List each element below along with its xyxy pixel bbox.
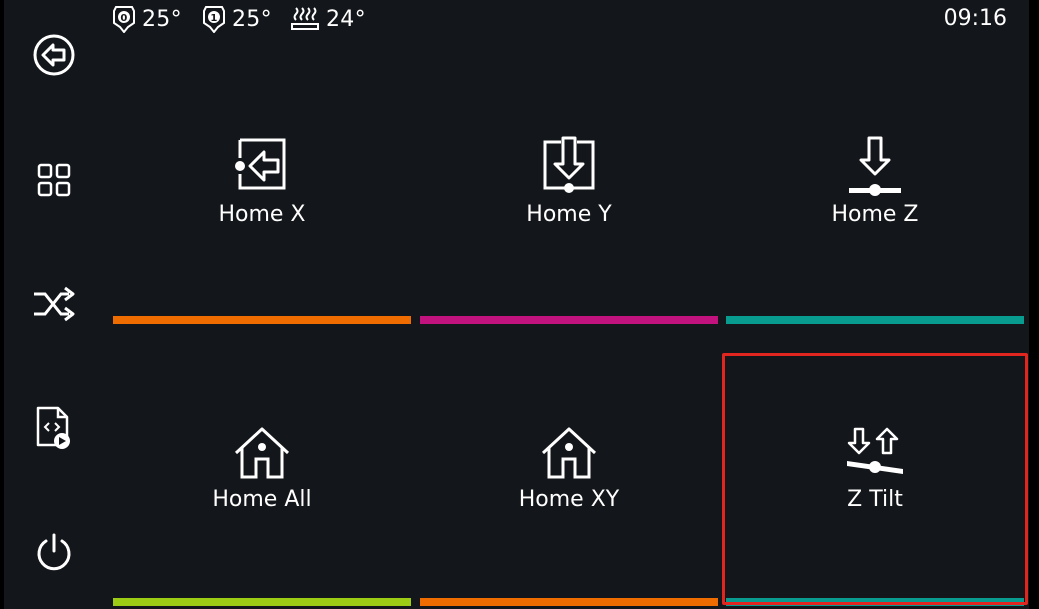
- sidebar: [4, 0, 104, 609]
- home-all-color-bar: [113, 598, 411, 606]
- home-x-color-bar: [113, 316, 411, 324]
- svg-text:1: 1: [210, 13, 217, 24]
- home-all-label: Home All: [212, 487, 312, 512]
- power-icon: [37, 533, 71, 571]
- status-bar: 0 25° 1 25° 24° 09:16: [110, 4, 1015, 34]
- home-all-icon: [234, 427, 290, 479]
- home-z-button[interactable]: Home Z: [726, 120, 1024, 324]
- bed-temp-value: 24°: [326, 6, 366, 32]
- main-menu-button[interactable]: [29, 155, 79, 205]
- z-tilt-button[interactable]: Z Tilt: [726, 405, 1024, 609]
- home-xy-button[interactable]: Home XY: [420, 405, 718, 609]
- svg-text:0: 0: [120, 13, 127, 24]
- home-z-label: Home Z: [831, 202, 919, 227]
- home-all-button[interactable]: Home All: [113, 405, 411, 609]
- home-z-color-bar: [726, 316, 1024, 324]
- print-files-button[interactable]: [29, 403, 79, 453]
- extruder1-temp-value: 25°: [232, 6, 272, 32]
- clock: 09:16: [943, 6, 1007, 31]
- home-xy-icon: [541, 427, 597, 479]
- gcode-file-play-icon: [36, 406, 70, 449]
- z-tilt-icon: [847, 427, 903, 474]
- screen-bezel-right: [1029, 0, 1039, 609]
- bed-temp[interactable]: 24°: [290, 4, 366, 34]
- home-xy-label: Home XY: [518, 487, 620, 512]
- heated-bed-icon: [291, 7, 319, 30]
- home-z-icon: [849, 136, 901, 196]
- macros-button[interactable]: [29, 279, 79, 329]
- extruder-1-icon: 1: [203, 6, 225, 33]
- home-x-button[interactable]: Home X: [113, 120, 411, 324]
- back-arrow-icon: [33, 34, 75, 76]
- home-xy-color-bar: [420, 598, 718, 606]
- home-y-label: Home Y: [526, 202, 612, 227]
- extruder1-temp[interactable]: 1 25°: [202, 4, 272, 34]
- back-button[interactable]: [29, 30, 79, 80]
- home-y-icon: [543, 136, 595, 193]
- extruder0-temp-value: 25°: [142, 6, 182, 32]
- home-x-label: Home X: [218, 202, 306, 227]
- z-tilt-label: Z Tilt: [847, 487, 903, 512]
- grid-menu-icon: [37, 163, 71, 197]
- power-button[interactable]: [29, 527, 79, 577]
- shuffle-icon: [34, 286, 75, 322]
- home-x-icon: [235, 138, 286, 190]
- home-y-button[interactable]: Home Y: [420, 120, 718, 324]
- extruder-0-icon: 0: [113, 6, 135, 33]
- home-y-color-bar: [420, 316, 718, 324]
- z-tilt-color-bar: [726, 598, 1024, 606]
- extruder0-temp[interactable]: 0 25°: [112, 4, 182, 34]
